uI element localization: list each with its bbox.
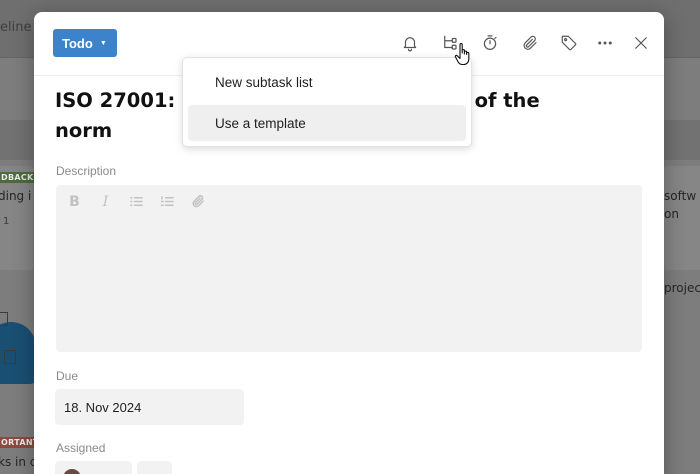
description-editor[interactable]: B I xyxy=(56,185,642,352)
due-date-field[interactable]: 18. Nov 2024 xyxy=(55,389,244,425)
assignee-chip[interactable] xyxy=(55,461,132,474)
description-label: Description xyxy=(56,164,117,178)
editor-toolbar: B I xyxy=(66,193,207,210)
paperclip-icon[interactable] xyxy=(519,32,541,54)
attach-icon[interactable] xyxy=(190,193,207,210)
tag-icon[interactable] xyxy=(558,32,580,54)
background-card-bottom-text: ks in c xyxy=(0,455,37,469)
menu-item-new-subtask-list[interactable]: New subtask list xyxy=(188,64,466,100)
bold-icon[interactable]: B xyxy=(66,193,83,210)
status-label: Todo xyxy=(62,35,93,51)
numbered-list-icon[interactable] xyxy=(159,193,176,210)
close-icon[interactable] xyxy=(630,32,652,54)
feedback-badge: DBACK xyxy=(0,172,37,183)
add-assignee-button[interactable] xyxy=(137,461,172,474)
bullet-list-icon[interactable] xyxy=(128,193,145,210)
task-title-line2: norm xyxy=(55,119,113,142)
bell-icon[interactable] xyxy=(399,32,421,54)
subtask-menu: New subtask list Use a template xyxy=(182,57,472,147)
background-card-right-line1: softw xyxy=(664,189,697,203)
background-card-meta: 1 xyxy=(3,216,10,227)
menu-item-use-template[interactable]: Use a template xyxy=(188,105,466,141)
due-label: Due xyxy=(56,369,79,383)
caret-down-icon: ▼ xyxy=(99,39,107,47)
more-icon[interactable] xyxy=(594,32,616,54)
avatar xyxy=(63,469,81,474)
hand-pointer-icon xyxy=(454,43,470,66)
background-card-right-2: projec xyxy=(664,281,700,295)
background-card-text: ding i xyxy=(0,189,32,203)
background-illustration-shape xyxy=(4,350,16,364)
background-card-right-line2: on xyxy=(664,207,679,221)
timeline-tab[interactable]: eline xyxy=(0,20,31,35)
background-illustration-shape xyxy=(0,312,8,326)
timer-icon[interactable] xyxy=(479,32,501,54)
status-dropdown-button[interactable]: Todo ▼ xyxy=(53,29,117,57)
assigned-label: Assigned xyxy=(56,441,106,455)
task-title-start: ISO 27001: d xyxy=(55,89,197,112)
italic-icon[interactable]: I xyxy=(97,193,114,210)
